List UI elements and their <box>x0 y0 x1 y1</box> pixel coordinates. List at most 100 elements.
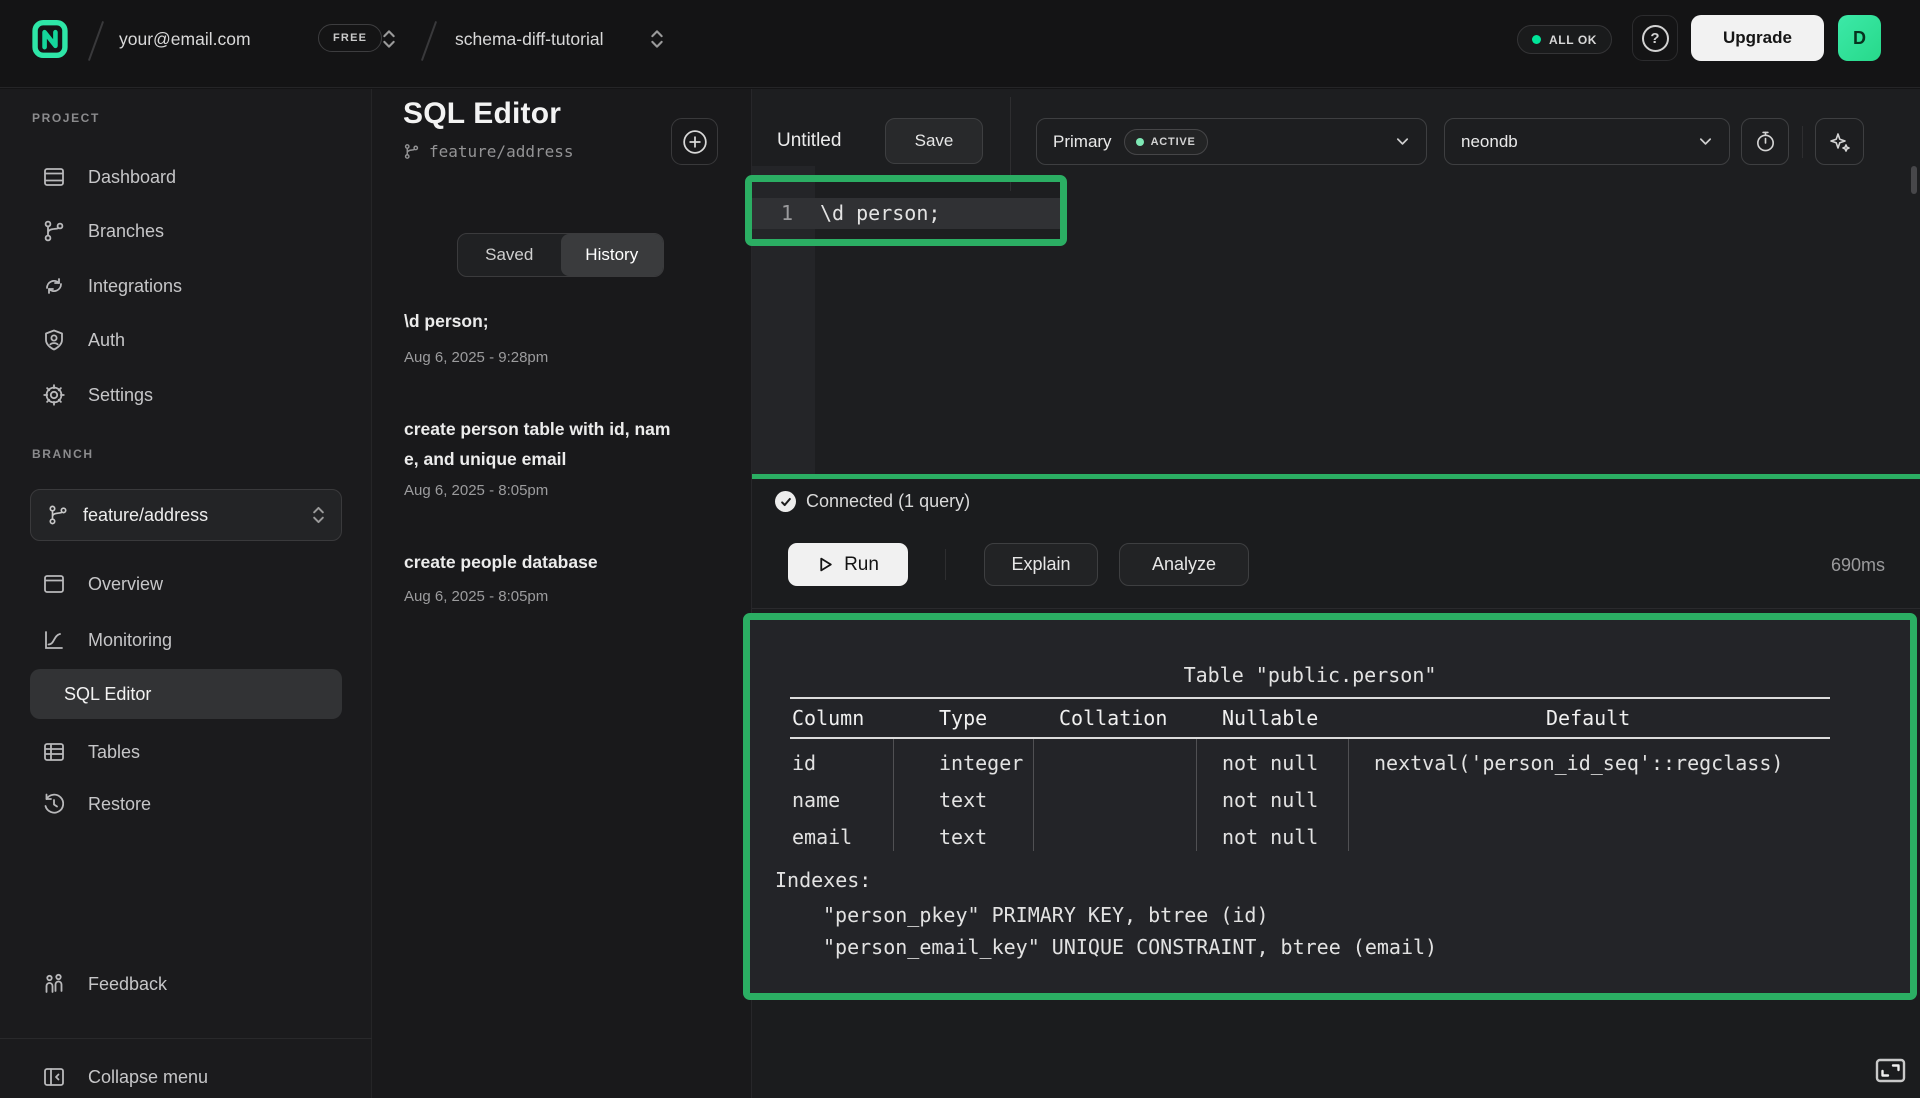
table-cell: nextval('person_id_seq'::regclass) <box>1374 751 1783 775</box>
explain-button[interactable]: Explain <box>984 543 1098 586</box>
sparkles-icon <box>1828 130 1852 154</box>
integrations-icon <box>42 274 66 298</box>
git-branch-icon <box>47 504 69 526</box>
query-tab-title[interactable]: Untitled <box>777 130 841 152</box>
neon-logo[interactable] <box>28 15 72 63</box>
sidebar-item-tables[interactable]: Tables <box>0 729 372 775</box>
run-button[interactable]: Run <box>788 543 908 586</box>
table-rule <box>790 697 1830 699</box>
code-highlight-box <box>745 175 1067 246</box>
page-title: SQL Editor <box>403 97 561 131</box>
neon-console: your@email.com FREE schema-diff-tutorial… <box>0 0 1920 1098</box>
chevron-up-down-icon <box>312 505 325 525</box>
database-selector[interactable]: neondb <box>1444 118 1730 165</box>
chevron-down-icon <box>1395 134 1410 149</box>
play-icon <box>817 556 834 573</box>
table-cell: not null <box>1222 751 1318 775</box>
table-rule <box>790 737 1830 739</box>
plus-circle-icon <box>682 129 708 155</box>
compute-status-badge: ACTIVE <box>1124 129 1208 155</box>
history-item-title[interactable]: create people database <box>404 547 680 577</box>
help-button[interactable]: ? <box>1632 15 1678 61</box>
history-item-date: Aug 6, 2025 - 8:05pm <box>404 588 548 605</box>
tab-saved[interactable]: Saved <box>458 234 561 276</box>
history-item-title[interactable]: \d person; <box>404 306 680 336</box>
project-name[interactable]: schema-diff-tutorial <box>455 29 604 50</box>
ai-assist-button[interactable] <box>1815 118 1864 165</box>
restore-clock-icon <box>42 792 66 816</box>
plan-badge: FREE <box>318 24 382 52</box>
account-switcher-icon[interactable] <box>382 28 396 50</box>
table-cell: text <box>939 788 987 812</box>
column-header: Default <box>1546 706 1630 730</box>
chart-icon <box>42 628 66 652</box>
table-icon <box>42 740 66 764</box>
dashboard-icon <box>42 165 66 189</box>
sidebar-divider <box>0 1038 372 1039</box>
sidebar-item-integrations[interactable]: Integrations <box>0 263 372 309</box>
table-cell: name <box>792 788 840 812</box>
branch-section-label: BRANCH <box>32 447 94 461</box>
sidebar-item-branches[interactable]: Branches <box>0 208 372 254</box>
sidebar-item-settings[interactable]: Settings <box>0 372 372 418</box>
project-switcher-icon[interactable] <box>650 28 664 50</box>
overview-icon <box>42 572 66 596</box>
table-cell: email <box>792 825 852 849</box>
query-timing-button[interactable] <box>1741 118 1789 165</box>
sidebar-item-monitoring[interactable]: Monitoring <box>0 617 372 663</box>
sidebar-item-auth[interactable]: Auth <box>0 317 372 363</box>
sql-editor-panel: SQL Editor feature/address Saved History… <box>372 89 752 1098</box>
panel-splitter[interactable] <box>752 474 1920 479</box>
query-duration: 690ms <box>1831 555 1885 576</box>
scrollbar-thumb[interactable] <box>1911 166 1917 194</box>
run-row-divider <box>945 549 946 580</box>
top-header: your@email.com FREE schema-diff-tutorial… <box>0 0 1920 88</box>
column-separator <box>1033 739 1034 851</box>
history-item-date: Aug 6, 2025 - 8:05pm <box>404 482 548 499</box>
column-header: Column <box>792 706 864 730</box>
gear-icon <box>42 383 66 407</box>
active-dot <box>1136 138 1144 146</box>
auth-shield-icon <box>42 328 66 352</box>
chevron-down-icon <box>1698 134 1713 149</box>
breadcrumb-slash <box>421 21 437 61</box>
upgrade-button[interactable]: Upgrade <box>1691 15 1824 61</box>
account-email[interactable]: your@email.com <box>119 29 251 50</box>
toolbar-divider <box>1802 126 1803 158</box>
project-section-label: PROJECT <box>32 111 100 125</box>
history-item-date: Aug 6, 2025 - 9:28pm <box>404 349 548 366</box>
expand-results-button[interactable] <box>1875 1058 1906 1083</box>
column-header: Collation <box>1059 706 1167 730</box>
saved-history-tabs: Saved History <box>457 233 664 277</box>
question-icon: ? <box>1642 25 1669 52</box>
status-badge[interactable]: ALL OK <box>1517 25 1612 54</box>
neon-logo-icon <box>31 18 69 60</box>
results-divider <box>752 608 1920 609</box>
history-item-title[interactable]: create person table with id, name, and u… <box>404 414 680 474</box>
sidebar-item-overview[interactable]: Overview <box>0 561 372 607</box>
collapse-menu-button[interactable]: Collapse menu <box>0 1054 372 1098</box>
sidebar-item-feedback[interactable]: Feedback <box>0 961 372 1007</box>
user-avatar[interactable]: D <box>1838 15 1881 61</box>
table-cell: not null <box>1222 825 1318 849</box>
indexes-label: Indexes: <box>775 868 871 892</box>
sidebar-item-dashboard[interactable]: Dashboard <box>0 154 372 200</box>
new-query-button[interactable] <box>671 118 718 165</box>
tab-history[interactable]: History <box>561 234 664 276</box>
collapse-panel-icon <box>42 1065 66 1089</box>
check-circle-icon <box>775 491 796 512</box>
fullscreen-icon <box>1875 1058 1906 1083</box>
result-table-title: Table "public.person" <box>790 663 1830 687</box>
connection-status: Connected (1 query) <box>775 491 970 512</box>
analyze-button[interactable]: Analyze <box>1119 543 1249 586</box>
sidebar-item-restore[interactable]: Restore <box>0 781 372 827</box>
column-separator <box>1196 739 1197 851</box>
branch-selector[interactable]: feature/address <box>30 489 342 541</box>
column-separator <box>893 739 894 851</box>
column-header: Type <box>939 706 987 730</box>
save-button[interactable]: Save <box>885 118 983 164</box>
compute-selector[interactable]: Primary ACTIVE <box>1036 118 1427 165</box>
column-header: Nullable <box>1222 706 1318 730</box>
table-cell: id <box>792 751 816 775</box>
sidebar-item-sql-editor[interactable]: SQL Editor <box>30 669 342 719</box>
